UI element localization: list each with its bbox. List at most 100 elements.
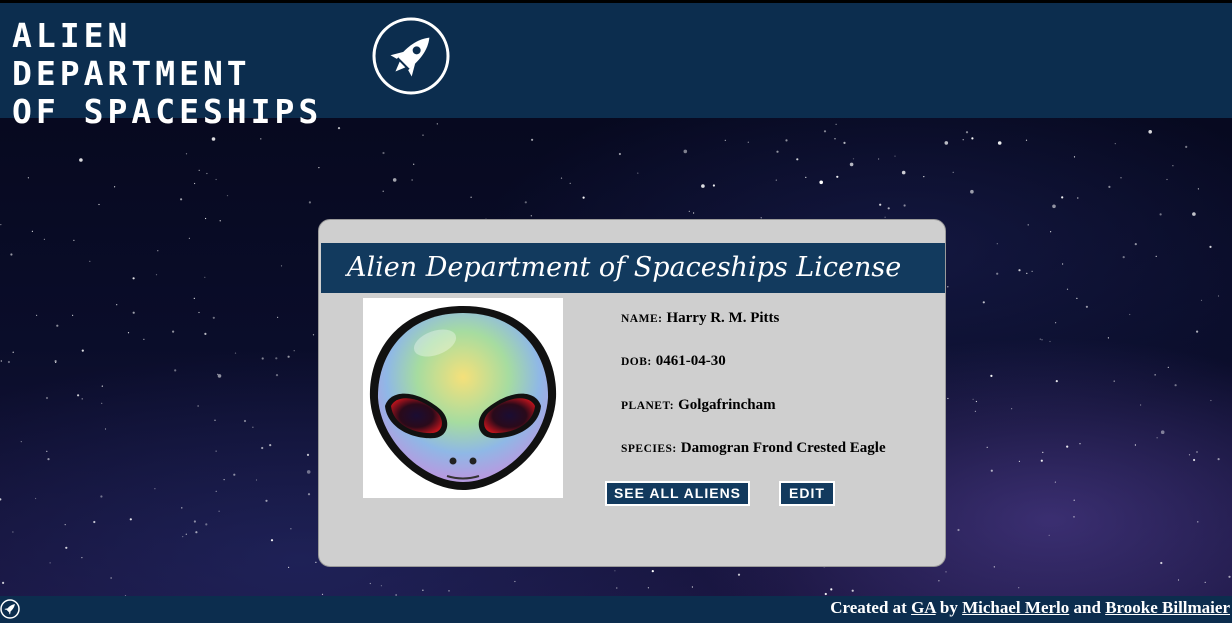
star (683, 149, 688, 154)
star (72, 314, 74, 316)
star (193, 520, 196, 523)
star (212, 316, 215, 319)
star (380, 585, 382, 587)
star (1085, 305, 1088, 308)
star (45, 396, 49, 400)
star (1114, 143, 1116, 145)
star (1031, 270, 1033, 272)
star (1174, 384, 1177, 387)
star (531, 138, 534, 141)
star (0, 224, 2, 226)
site-title[interactable]: ALIEN DEPARTMENT OF SPACESHIPS (12, 17, 372, 131)
star (701, 184, 705, 188)
star (1217, 295, 1220, 297)
name-field: NAME: Harry R. M. Pitts (621, 310, 779, 327)
rocket-icon[interactable] (0, 599, 20, 619)
star (878, 158, 880, 160)
star (56, 324, 59, 327)
star (413, 163, 415, 165)
star (392, 178, 397, 182)
star (1148, 130, 1152, 134)
star (1120, 177, 1122, 179)
star (1167, 366, 1169, 368)
star (1196, 330, 1199, 333)
star (1073, 499, 1075, 501)
star (448, 590, 450, 592)
star (975, 400, 978, 403)
star (64, 524, 66, 526)
star (884, 216, 886, 218)
star (46, 450, 48, 452)
star (938, 580, 940, 582)
star (1, 581, 5, 585)
star (12, 531, 14, 533)
star (280, 265, 283, 267)
ga-link[interactable]: GA (911, 598, 936, 617)
star (306, 453, 310, 456)
star (712, 184, 716, 187)
star (805, 176, 807, 178)
star (215, 450, 217, 452)
star (965, 131, 969, 134)
author-brooke-billmaier-link[interactable]: Brooke Billmaier (1105, 598, 1230, 617)
star (1041, 339, 1043, 341)
star (243, 419, 247, 423)
dob-field: DOB: 0461-04-30 (621, 353, 726, 370)
star (1027, 224, 1029, 226)
star (214, 419, 216, 421)
star (691, 586, 694, 588)
star (1228, 575, 1231, 578)
star (172, 330, 175, 333)
star (312, 334, 315, 336)
star (836, 175, 839, 178)
dob-value: 0461-04-30 (655, 353, 726, 369)
star (982, 301, 985, 304)
star (174, 369, 177, 372)
star (737, 573, 741, 576)
credits: Created at GA by Michael Merlo and Brook… (830, 598, 1230, 618)
star (647, 587, 650, 589)
star (996, 243, 998, 245)
star (1210, 399, 1212, 402)
star (997, 141, 1002, 145)
star (616, 587, 618, 589)
star (1055, 322, 1057, 324)
star (20, 441, 22, 443)
star (194, 182, 196, 185)
star (1200, 299, 1203, 301)
star (101, 402, 103, 404)
star (1166, 178, 1168, 181)
star (261, 357, 264, 360)
star (974, 410, 977, 412)
dob-label: DOB: (621, 356, 652, 368)
species-label: SPECIES: (621, 443, 677, 455)
star (233, 473, 236, 476)
author-michael-merlo-link[interactable]: Michael Merlo (962, 598, 1069, 617)
see-all-aliens-button[interactable]: SEE ALL ALIENS (605, 481, 750, 506)
star (195, 531, 198, 534)
edit-button[interactable]: EDIT (779, 481, 835, 506)
star (211, 137, 216, 141)
star (1197, 188, 1199, 190)
star (1204, 581, 1206, 584)
rocket-icon[interactable] (370, 15, 452, 97)
star (143, 338, 145, 340)
star (1049, 340, 1051, 343)
star (1197, 521, 1199, 523)
star (215, 490, 217, 492)
star (775, 179, 777, 181)
star (894, 155, 896, 157)
star (205, 523, 208, 526)
star (1077, 197, 1079, 199)
star (1039, 338, 1041, 340)
star (843, 141, 846, 144)
star (923, 176, 925, 178)
star (27, 177, 29, 179)
star (255, 479, 258, 481)
planet-value: Golgafrincham (678, 397, 776, 413)
star (12, 351, 14, 353)
alien-head-image (369, 306, 557, 490)
star (73, 239, 75, 241)
star (219, 220, 221, 222)
star (132, 277, 135, 280)
